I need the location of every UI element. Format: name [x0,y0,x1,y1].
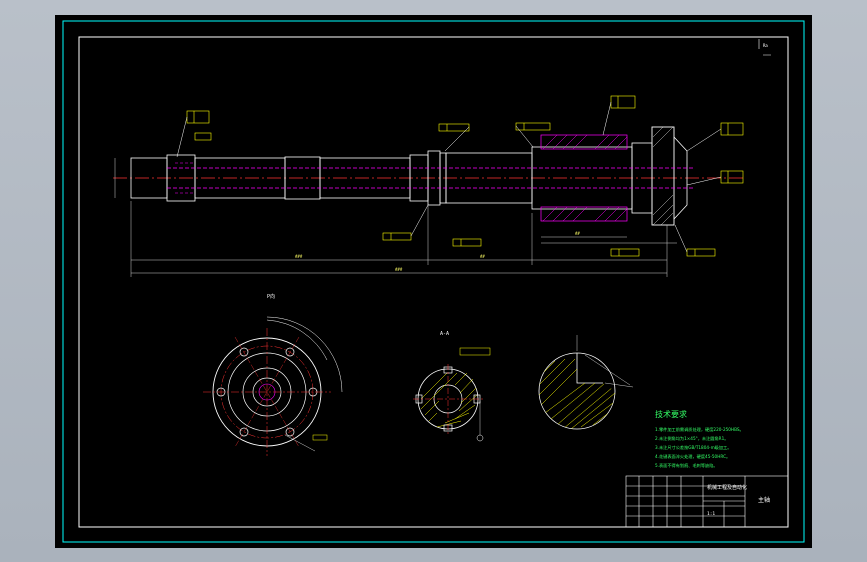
title-block-heading: 机械工程及自动化 [707,484,747,491]
engineering-drawing: Ra ### ### ## ## P向 A-A 技术要求 1.零件加工前需调质处… [62,20,805,543]
note-item: 1.零件加工前需调质处理，硬度220-250HBS。 [655,426,744,433]
note-item: 4.花键表面淬火处理，硬度45-50HRC。 [655,453,730,460]
main-shaft-view: ### ### ## ## [113,126,745,277]
roughness-symbol: Ra [758,39,771,56]
svg-text:Ra: Ra [763,43,768,48]
title-block-part-name: 主轴 [758,496,770,504]
note-item: 3.未注尺寸公差按GB/T1804-m级加工。 [655,444,731,451]
note-item: 5.表面不得有划痕、毛刺等缺陷。 [655,462,718,469]
svg-text:###: ### [395,267,403,272]
svg-text:##: ## [480,254,485,259]
technical-notes: 技术要求 1.零件加工前需调质处理，硬度220-250HBS。 2.未注倒角均为… [655,409,744,469]
cad-viewport[interactable]: Ra ### ### ## ## P向 A-A 技术要求 1.零件加工前需调质处… [55,15,812,548]
leader-lines [176,101,722,253]
tolerance-frames [186,95,744,257]
notes-title: 技术要求 [655,409,687,419]
note-item: 2.未注倒角均为1×45°，未注圆角R1。 [655,435,728,442]
keyway-section-view [538,335,634,430]
detail-view-label: P向 [267,293,275,300]
spline-section-view: A-A [413,331,491,442]
svg-text:##: ## [575,231,580,236]
flange-end-view: P向 [203,293,343,456]
title-block-scale: 1:1 [707,511,715,517]
section-view-label: A-A [440,331,449,337]
svg-text:###: ### [295,254,303,259]
